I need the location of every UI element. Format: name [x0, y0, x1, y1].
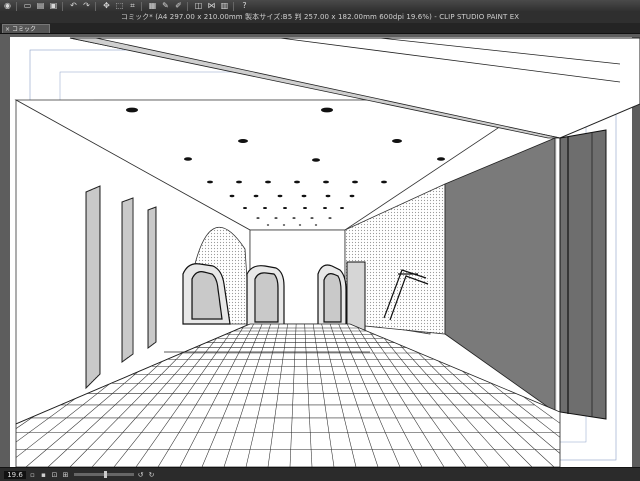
help-icon[interactable]: ?: [239, 1, 250, 11]
canvas-area[interactable]: [0, 34, 640, 467]
app-menu-icon[interactable]: ◉: [2, 1, 13, 11]
actual-size-icon[interactable]: ⊞: [61, 471, 70, 479]
eraser-icon[interactable]: ✐: [173, 1, 184, 11]
tab-comic[interactable]: × コミック: [2, 24, 50, 33]
save-icon[interactable]: ▣: [48, 1, 59, 11]
zoom-out-icon[interactable]: ▫: [28, 471, 37, 479]
deselect-icon[interactable]: ⬚: [114, 1, 125, 11]
toolbar-separator: [95, 1, 96, 11]
toolbar-separator: [141, 1, 142, 11]
window-title: コミック* (A4 297.00 x 210.00mm 製本サイズ:B5 判 2…: [0, 12, 640, 23]
zoom-slider[interactable]: [74, 471, 134, 478]
snap-icon[interactable]: ⋈: [206, 1, 217, 11]
rotate-left-icon[interactable]: ↺: [136, 471, 145, 479]
document-tab-bar: × コミック: [0, 23, 640, 34]
new-file-icon[interactable]: ▭: [22, 1, 33, 11]
toolbar-separator: [16, 1, 17, 11]
pen-icon[interactable]: ✎: [160, 1, 171, 11]
close-icon[interactable]: ×: [5, 25, 10, 34]
ruler-icon[interactable]: ◫: [193, 1, 204, 11]
redo-icon[interactable]: ↷: [81, 1, 92, 11]
toolbar-separator: [187, 1, 188, 11]
tab-label: コミック: [12, 25, 37, 33]
crop-icon[interactable]: ⌗: [127, 1, 138, 11]
zoom-level[interactable]: 19.6: [4, 470, 26, 479]
escalator-right: [317, 264, 347, 327]
transform-icon[interactable]: ✥: [101, 1, 112, 11]
manga-page-illustration: [10, 37, 640, 467]
open-file-icon[interactable]: ▤: [35, 1, 46, 11]
fill-icon[interactable]: ▦: [147, 1, 158, 11]
rotate-right-icon[interactable]: ↻: [147, 471, 156, 479]
status-bar: 19.6 ▫ ▪ ⊡ ⊞ ↺ ↻: [0, 467, 640, 481]
zoom-slider-knob[interactable]: [104, 471, 107, 478]
toolbar-separator: [62, 1, 63, 11]
undo-icon[interactable]: ↶: [68, 1, 79, 11]
fit-window-icon[interactable]: ⊡: [50, 471, 59, 479]
toolbar-separator: [233, 1, 234, 11]
escalator-center: [246, 265, 285, 327]
right-column: [559, 129, 607, 420]
grid-icon[interactable]: ▥: [219, 1, 230, 11]
zoom-in-icon[interactable]: ▪: [39, 471, 48, 479]
